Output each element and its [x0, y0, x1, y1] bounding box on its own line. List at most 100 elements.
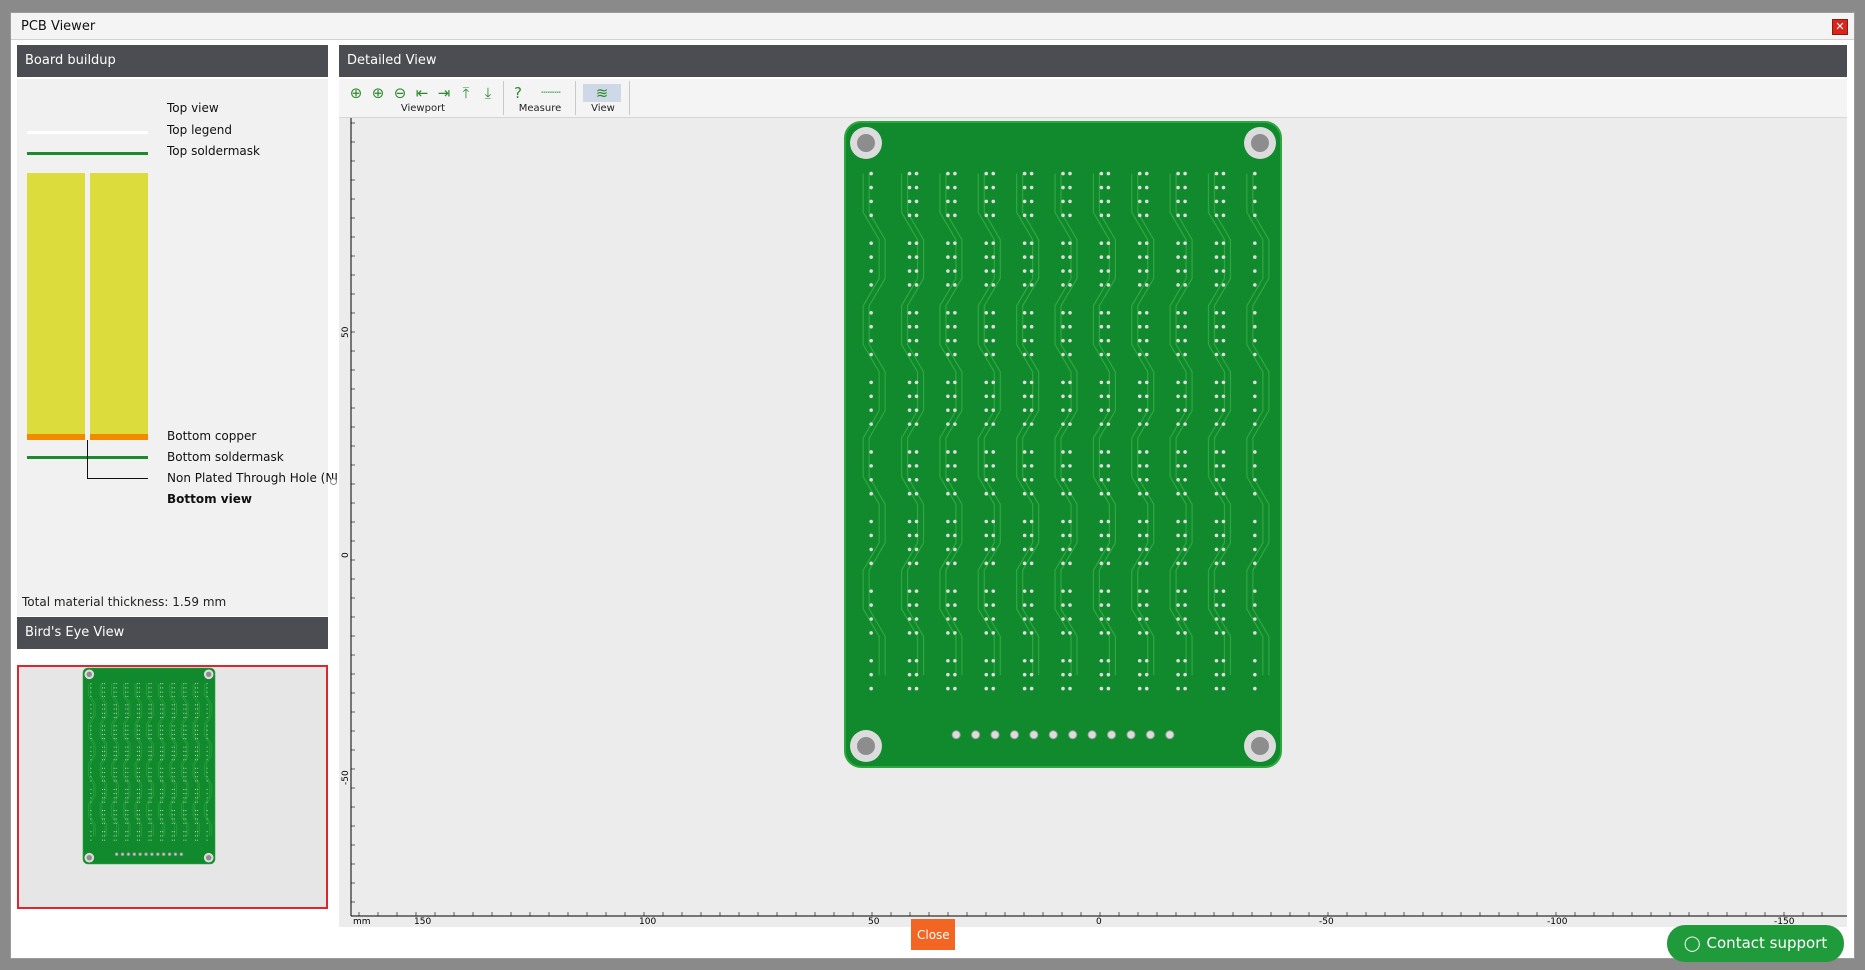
pad — [984, 324, 989, 329]
pad — [90, 750, 92, 752]
pad — [150, 750, 152, 752]
pad — [197, 704, 199, 706]
pad — [1221, 171, 1226, 176]
pad — [869, 533, 873, 538]
pad — [90, 725, 92, 727]
help-icon[interactable]: ? — [509, 84, 527, 102]
pad — [907, 450, 912, 454]
pad — [1214, 185, 1219, 190]
pad — [1176, 478, 1180, 482]
birds-eye-board-svg — [82, 667, 216, 865]
pad — [1061, 310, 1065, 315]
pad — [1029, 310, 1034, 315]
zoom-fit-icon[interactable]: ⊕ — [347, 84, 365, 102]
pad — [173, 695, 175, 697]
pad — [914, 658, 919, 663]
pad — [101, 683, 104, 685]
pad — [984, 213, 989, 218]
pad — [183, 687, 185, 689]
pad — [185, 797, 187, 799]
pad — [183, 729, 185, 731]
pad — [197, 767, 199, 769]
pad — [1061, 519, 1065, 524]
pad — [1029, 338, 1034, 343]
pad — [173, 835, 175, 837]
pad — [984, 533, 989, 538]
vertical-splitter-grip-icon[interactable] — [330, 478, 337, 485]
pad — [1022, 269, 1027, 273]
pad — [914, 269, 919, 273]
pad — [1106, 352, 1111, 357]
pad — [150, 780, 152, 782]
pad — [953, 450, 957, 454]
pad — [1253, 658, 1257, 663]
close-button[interactable]: Close — [911, 919, 955, 950]
pan-left-icon[interactable]: ⇤ — [413, 84, 431, 102]
pan-down-icon[interactable]: ⤓ — [479, 84, 497, 102]
pad — [1183, 408, 1187, 413]
pad — [148, 725, 150, 727]
toolbar-group-view: ≋ View — [577, 81, 630, 115]
pad — [984, 380, 989, 385]
pad — [160, 755, 162, 757]
pad — [173, 839, 175, 841]
pad — [113, 839, 115, 841]
pad — [1099, 450, 1104, 454]
pad — [1183, 547, 1187, 552]
pad — [1099, 589, 1104, 593]
pad — [127, 788, 129, 790]
measure-ruler-icon[interactable]: ┄┄┄ — [531, 84, 571, 102]
contact-support-button[interactable]: ◯ Contact support — [1667, 925, 1844, 962]
pad — [206, 818, 208, 820]
pad — [104, 822, 106, 824]
pad — [914, 310, 919, 315]
pad — [150, 704, 152, 706]
pad — [185, 759, 187, 761]
pan-up-icon[interactable]: ⤒ — [457, 84, 475, 102]
pad — [914, 171, 919, 176]
pad — [1099, 519, 1104, 524]
view-layers-icon[interactable]: ≋ — [583, 84, 621, 102]
pad — [1137, 199, 1142, 204]
pad — [907, 519, 912, 524]
pad — [907, 658, 912, 663]
pad — [1061, 185, 1065, 190]
pad — [869, 255, 873, 259]
detailed-view-header: Detailed View — [339, 45, 1847, 77]
zoom-in-icon[interactable]: ⊕ — [369, 84, 387, 102]
pad — [162, 759, 164, 761]
zoom-out-icon[interactable]: ⊖ — [391, 84, 409, 102]
pad — [160, 716, 162, 719]
pad — [138, 683, 141, 685]
pad — [136, 771, 138, 774]
pad — [150, 822, 152, 824]
pad — [101, 839, 104, 841]
pad — [1068, 380, 1072, 385]
pad — [185, 793, 187, 795]
pad — [148, 776, 150, 778]
pad — [914, 533, 919, 538]
pad — [125, 716, 127, 719]
pad — [1022, 464, 1027, 468]
close-icon[interactable]: ✕ — [1832, 19, 1848, 35]
pad — [148, 755, 150, 757]
pad — [90, 683, 92, 685]
label-npth: Non Plated Through Hole (NI — [167, 471, 338, 485]
pcb-canvas[interactable]: mm 150 100 50 0 -50 -100 -150 50 0 -50 — [339, 118, 1847, 927]
pad — [160, 691, 162, 693]
pad — [1214, 547, 1219, 552]
pad — [171, 695, 173, 697]
pad — [185, 788, 187, 790]
birds-eye-view[interactable] — [17, 665, 328, 909]
pad — [150, 733, 152, 735]
pad — [1061, 422, 1065, 426]
pad — [104, 831, 106, 833]
pad — [138, 755, 141, 757]
pad — [984, 171, 989, 176]
pad — [991, 310, 996, 315]
pad — [869, 686, 873, 691]
pad — [1221, 603, 1226, 607]
pad — [127, 759, 129, 761]
pad — [150, 776, 152, 778]
pan-right-icon[interactable]: ⇥ — [435, 84, 453, 102]
